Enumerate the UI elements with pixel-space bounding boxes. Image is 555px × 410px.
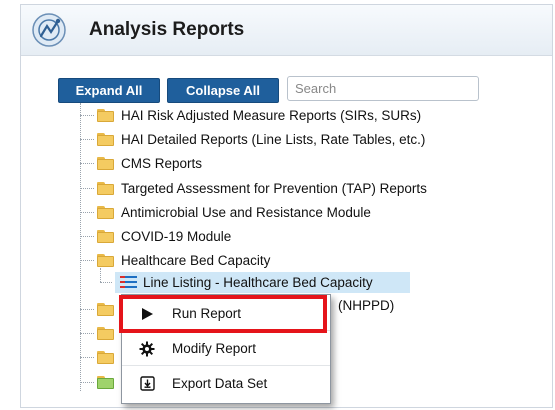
tree-folder-obscured-3[interactable] <box>80 346 121 368</box>
page-title: Analysis Reports <box>89 19 245 40</box>
folder-icon <box>97 132 114 146</box>
run-report-menu-item[interactable]: Run Report <box>122 297 330 331</box>
folder-icon <box>97 108 114 122</box>
menu-item-label: Export Data Set <box>172 376 268 391</box>
tree-folder-covid[interactable]: COVID-19 Module <box>80 225 231 247</box>
tree-folder-hai-risk[interactable]: HAI Risk Adjusted Measure Reports (SIRs,… <box>80 104 421 126</box>
folder-icon <box>97 326 114 340</box>
tree-folder-cms[interactable]: CMS Reports <box>80 152 202 174</box>
folder-icon <box>97 156 114 170</box>
menu-item-label: Modify Report <box>172 341 257 356</box>
menu-item-label: Run Report <box>172 306 242 321</box>
tree-folder-obscured[interactable] <box>80 298 121 320</box>
tree-folder-label: Targeted Assessment for Prevention (TAP)… <box>121 180 427 196</box>
tree-subconnector <box>100 268 101 282</box>
tree-folder-bed-capacity[interactable]: Healthcare Bed Capacity <box>80 249 270 271</box>
analysis-logo-icon <box>32 13 66 47</box>
tree-folder-label: HAI Detailed Reports (Line Lists, Rate T… <box>121 131 426 147</box>
tree-folder-antimicrobial[interactable]: Antimicrobial Use and Resistance Module <box>80 201 371 223</box>
tree-folder-label: Antimicrobial Use and Resistance Module <box>121 204 371 220</box>
folder-icon <box>97 302 114 316</box>
folder-icon <box>97 229 114 243</box>
search-input[interactable] <box>287 76 479 101</box>
obscured-folder-label: (NHPPD) <box>338 298 395 313</box>
shared-folder-icon <box>97 350 114 364</box>
collapse-all-button[interactable]: Collapse All <box>167 78 279 103</box>
tree-folder-label: COVID-19 Module <box>121 228 232 244</box>
folder-icon <box>97 205 114 219</box>
expand-all-button[interactable]: Expand All <box>58 78 160 103</box>
modify-report-menu-item[interactable]: Modify Report <box>122 332 330 366</box>
list-report-icon <box>120 276 137 289</box>
tree-folder-obscured-2[interactable] <box>80 322 121 344</box>
tree-folder-obscured-4[interactable] <box>80 371 121 393</box>
tree-report-line-listing[interactable]: Line Listing - Healthcare Bed Capacity <box>115 272 410 293</box>
tree-folder-hai-detailed[interactable]: HAI Detailed Reports (Line Lists, Rate T… <box>80 128 425 150</box>
gear-icon <box>136 341 158 357</box>
open-folder-icon <box>97 253 114 267</box>
tree-folder-label: CMS Reports <box>121 155 203 171</box>
tree-subbranch <box>100 282 112 283</box>
context-menu: Run Report Modify Report Export Data Set <box>119 294 331 404</box>
export-icon <box>136 376 158 391</box>
linked-folder-icon <box>97 375 114 389</box>
tree-folder-label: Healthcare Bed Capacity <box>121 252 271 268</box>
tree-folder-label: HAI Risk Adjusted Measure Reports (SIRs,… <box>121 107 422 123</box>
panel-header: Analysis Reports <box>21 5 552 56</box>
folder-icon <box>97 181 114 195</box>
tree-report-label: Line Listing - Healthcare Bed Capacity <box>143 275 373 290</box>
export-data-set-menu-item[interactable]: Export Data Set <box>122 367 330 400</box>
tree-folder-tap[interactable]: Targeted Assessment for Prevention (TAP)… <box>80 177 427 199</box>
play-icon <box>136 307 158 321</box>
